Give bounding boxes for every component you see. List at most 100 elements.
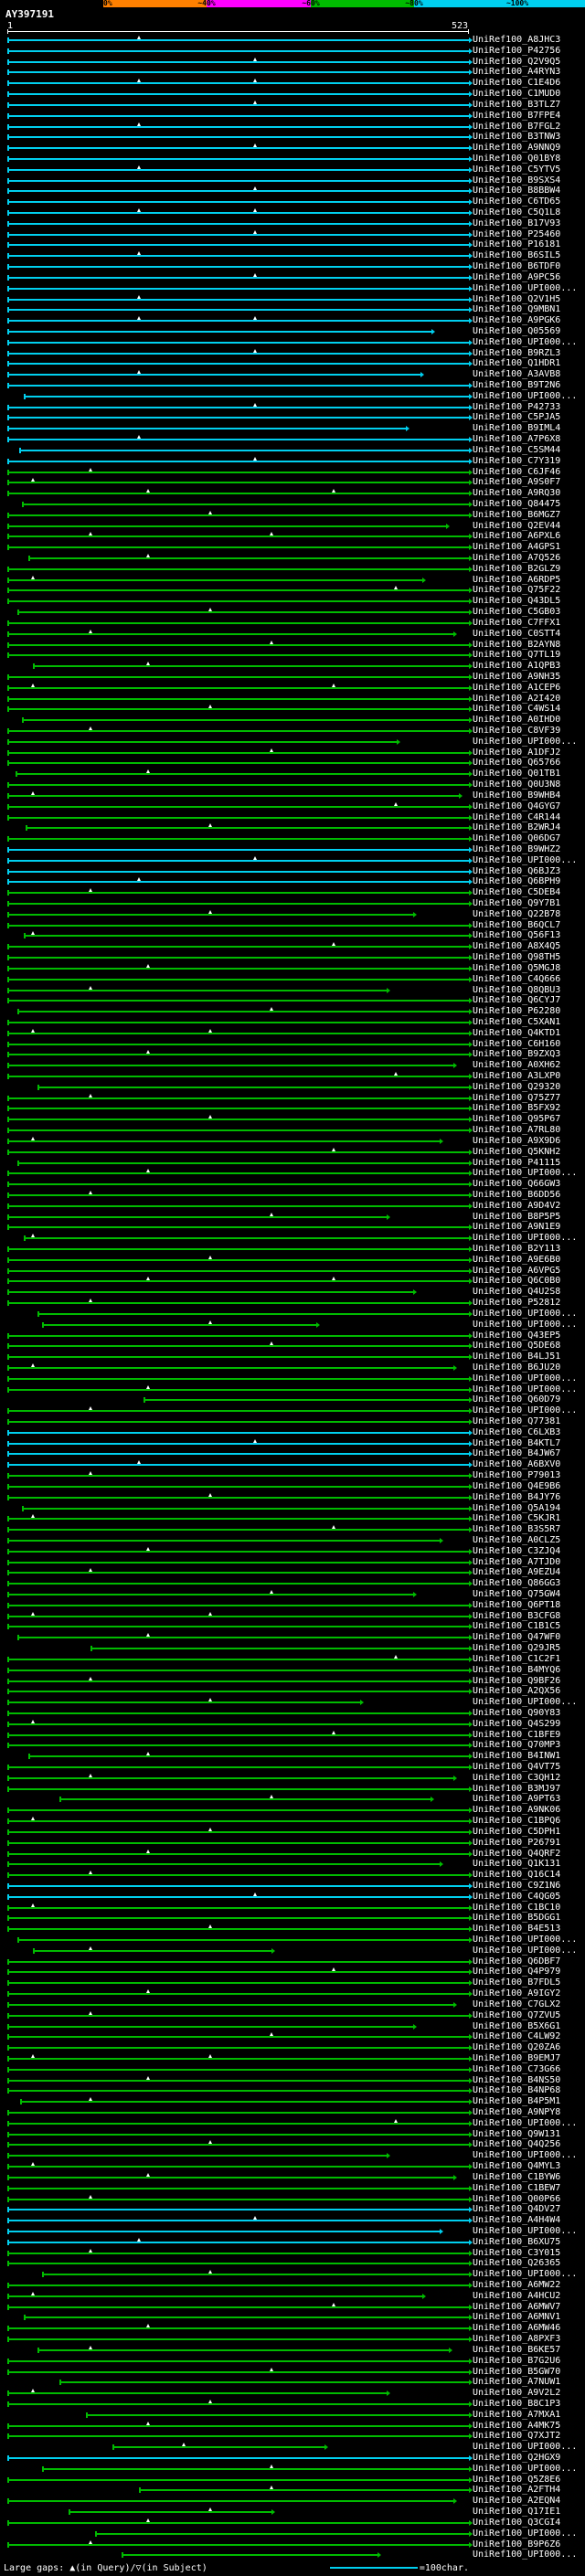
hit-label[interactable]: UniRef100_P16181 [473,240,560,249]
hit-alignment-bar[interactable] [7,836,473,843]
hit-alignment-bar[interactable] [7,2302,473,2310]
hit-label[interactable]: UniRef100_Q4MYL3 [473,2162,560,2171]
hit-alignment-bar[interactable] [15,769,473,778]
hit-alignment-bar[interactable] [7,814,473,821]
hit-label[interactable]: UniRef100_A9N1E9 [473,1223,560,1232]
hit-label[interactable]: UniRef100_B2Y113 [473,1245,560,1254]
hit-alignment-bar[interactable] [7,1483,473,1489]
hit-alignment-bar[interactable] [7,1019,473,1025]
hit-alignment-bar[interactable] [7,1568,473,1576]
hit-alignment-bar[interactable] [7,1654,473,1662]
hit-label[interactable]: UniRef100_Q20ZA6 [473,2043,560,2052]
hit-alignment-bar[interactable] [7,2498,457,2505]
hit-label[interactable]: UniRef100_C6H160 [473,1039,560,1049]
hit-label[interactable]: UniRef100_Q5Z8E6 [473,2475,560,2485]
hit-label[interactable]: UniRef100_C6TD65 [473,197,560,207]
hit-label[interactable]: UniRef100_Q7ZVU5 [473,2010,560,2020]
hit-alignment-bar[interactable] [7,738,400,745]
hit-alignment-bar[interactable] [7,1719,473,1727]
hit-label[interactable]: UniRef100_Q06DG7 [473,834,560,843]
hit-label[interactable]: UniRef100_Q75F22 [473,586,560,595]
hit-label[interactable]: UniRef100_A6MW46 [473,2324,560,2333]
hit-label[interactable]: UniRef100_A9NH35 [473,672,560,682]
hit-alignment-bar[interactable] [7,2433,473,2440]
hit-alignment-bar[interactable] [7,1429,473,1436]
hit-label[interactable]: UniRef100_Q4GYG7 [473,801,560,811]
hit-label[interactable]: UniRef100_Q6C0B0 [473,1277,560,1286]
hit-label[interactable]: UniRef100_Q5MGJ8 [473,963,560,973]
hit-label[interactable]: UniRef100_B6JU20 [473,1362,560,1373]
hit-alignment-bar[interactable] [7,229,473,238]
hit-alignment-bar[interactable] [7,846,473,853]
hit-label[interactable]: UniRef100_A7RL80 [473,1126,560,1135]
hit-alignment-bar[interactable] [7,998,473,1004]
hit-alignment-bar[interactable] [7,208,473,216]
hit-label[interactable]: UniRef100_C4LW92 [473,2032,560,2041]
hit-label[interactable]: UniRef100_B7FPE4 [473,111,560,121]
hit-label[interactable]: UniRef100_UPI000... [473,1384,577,1394]
hit-label[interactable]: UniRef100_A4RYN3 [473,68,560,77]
hit-label[interactable]: UniRef100_C1E4D6 [473,79,560,88]
hit-label[interactable]: UniRef100_A8JHC3 [473,36,560,45]
hit-alignment-bar[interactable] [7,747,473,756]
hit-alignment-bar[interactable] [7,955,473,961]
hit-alignment-bar[interactable] [7,456,473,464]
hit-label[interactable]: UniRef100_A9IGY2 [473,1989,560,1998]
hit-label[interactable]: UniRef100_B6SIL5 [473,251,560,260]
hit-label[interactable]: UniRef100_UPI000... [473,2151,577,2160]
hit-label[interactable]: UniRef100_P79013 [473,1471,560,1480]
hit-label[interactable]: UniRef100_A9PC56 [473,272,560,282]
hit-alignment-bar[interactable] [7,1354,473,1361]
hit-alignment-bar[interactable] [7,586,473,594]
hit-label[interactable]: UniRef100_UPI000... [473,1406,577,1415]
hit-label[interactable]: UniRef100_P62280 [473,1007,560,1016]
hit-alignment-bar[interactable] [7,1827,473,1835]
hit-label[interactable]: UniRef100_B9RZL3 [473,348,560,358]
hit-alignment-bar[interactable] [7,2539,473,2548]
hit-alignment-bar[interactable] [7,963,473,971]
hit-alignment-bar[interactable] [7,122,473,130]
hit-alignment-bar[interactable] [7,2476,473,2483]
hit-alignment-bar[interactable] [7,1451,473,1458]
hit-label[interactable]: UniRef100_UPI000... [473,1234,577,1243]
hit-label[interactable]: UniRef100_B8BBW4 [473,186,560,196]
hit-label[interactable]: UniRef100_UPI000... [473,1373,577,1383]
hit-label[interactable]: UniRef100_Q29320 [473,1082,560,1092]
hit-alignment-bar[interactable] [7,383,473,388]
hit-label[interactable]: UniRef100_A6BXV0 [473,1460,560,1469]
hit-alignment-bar[interactable] [7,1765,473,1770]
hit-alignment-bar[interactable] [7,1375,473,1382]
hit-label[interactable]: UniRef100_UPI000... [473,2528,577,2539]
hit-label[interactable]: UniRef100_A1DFJ2 [473,747,560,758]
hit-alignment-bar[interactable] [7,673,473,680]
hit-alignment-bar[interactable] [112,2443,329,2451]
hit-alignment-bar[interactable] [7,220,473,227]
hit-alignment-bar[interactable] [7,272,473,281]
hit-alignment-bar[interactable] [7,177,473,184]
hit-alignment-bar[interactable] [7,1438,473,1447]
hit-label[interactable]: UniRef100_B9WHZ2 [473,844,560,854]
hit-alignment-bar[interactable] [7,1676,473,1684]
hit-label[interactable]: UniRef100_Q65766 [473,758,560,768]
hit-alignment-bar[interactable] [7,1958,473,1965]
hit-label[interactable]: UniRef100_B9EMJ7 [473,2053,560,2063]
hit-alignment-bar[interactable] [7,91,473,98]
hit-alignment-bar[interactable] [7,1689,473,1695]
hit-alignment-bar[interactable] [7,1861,444,1868]
hit-alignment-bar[interactable] [16,1160,473,1166]
hit-label[interactable]: UniRef100_Q98TH5 [473,953,560,962]
hit-alignment-bar[interactable] [7,1871,473,1879]
hit-alignment-bar[interactable] [7,2162,473,2170]
hit-alignment-bar[interactable] [18,447,473,453]
hit-label[interactable]: UniRef100_Q6BPH9 [473,877,560,886]
hit-label[interactable]: UniRef100_B7FDL5 [473,1978,560,1988]
hit-alignment-bar[interactable] [7,2053,473,2062]
hit-label[interactable]: UniRef100_A7Q526 [473,554,560,563]
hit-label[interactable]: UniRef100_A2QX56 [473,1687,560,1696]
hit-label[interactable]: UniRef100_B3CFG8 [473,1611,560,1621]
hit-alignment-bar[interactable] [7,2140,473,2148]
hit-label[interactable]: UniRef100_B4P5M1 [473,2097,560,2106]
hit-alignment-bar[interactable] [7,2185,473,2191]
hit-label[interactable]: UniRef100_UPI000... [473,2270,577,2279]
hit-alignment-bar[interactable] [7,2421,473,2429]
